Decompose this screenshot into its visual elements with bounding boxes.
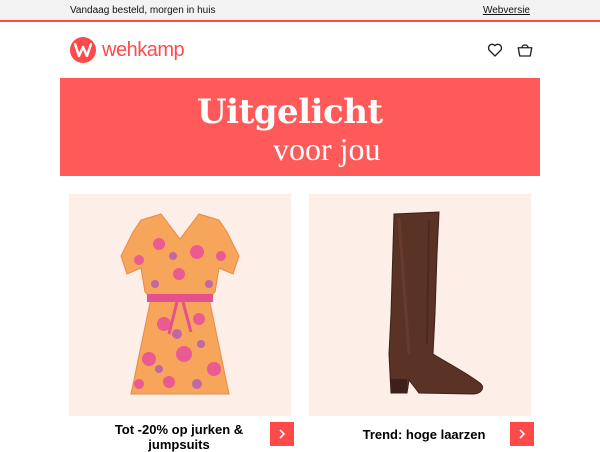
- top-bar: Vandaag besteld, morgen in huis Webversi…: [0, 0, 600, 22]
- delivery-tagline: Vandaag besteld, morgen in huis: [70, 5, 216, 16]
- logo-text: wehkamp: [102, 38, 185, 61]
- floral-dress-image[interactable]: [69, 194, 291, 416]
- chevron-right-icon[interactable]: [510, 422, 534, 446]
- web-version-link[interactable]: Webversie: [483, 1, 530, 21]
- logo-mark-icon: [70, 37, 96, 63]
- card-caption[interactable]: Tot -20% op jurken & jumpsuits: [109, 422, 249, 452]
- knee-high-boot-image[interactable]: [309, 194, 531, 416]
- banner-subtitle: voor jou: [273, 131, 381, 167]
- shopping-bag-icon[interactable]: [516, 41, 534, 59]
- chevron-right-icon[interactable]: [270, 422, 294, 446]
- header: wehkamp: [0, 22, 600, 78]
- card-caption[interactable]: Trend: hoge laarzen: [349, 427, 499, 442]
- heart-icon[interactable]: [486, 41, 504, 59]
- banner-title: Uitgelicht: [197, 92, 383, 132]
- featured-banner[interactable]: Uitgelicht voor jou: [60, 78, 540, 176]
- wehkamp-logo[interactable]: wehkamp: [70, 36, 185, 64]
